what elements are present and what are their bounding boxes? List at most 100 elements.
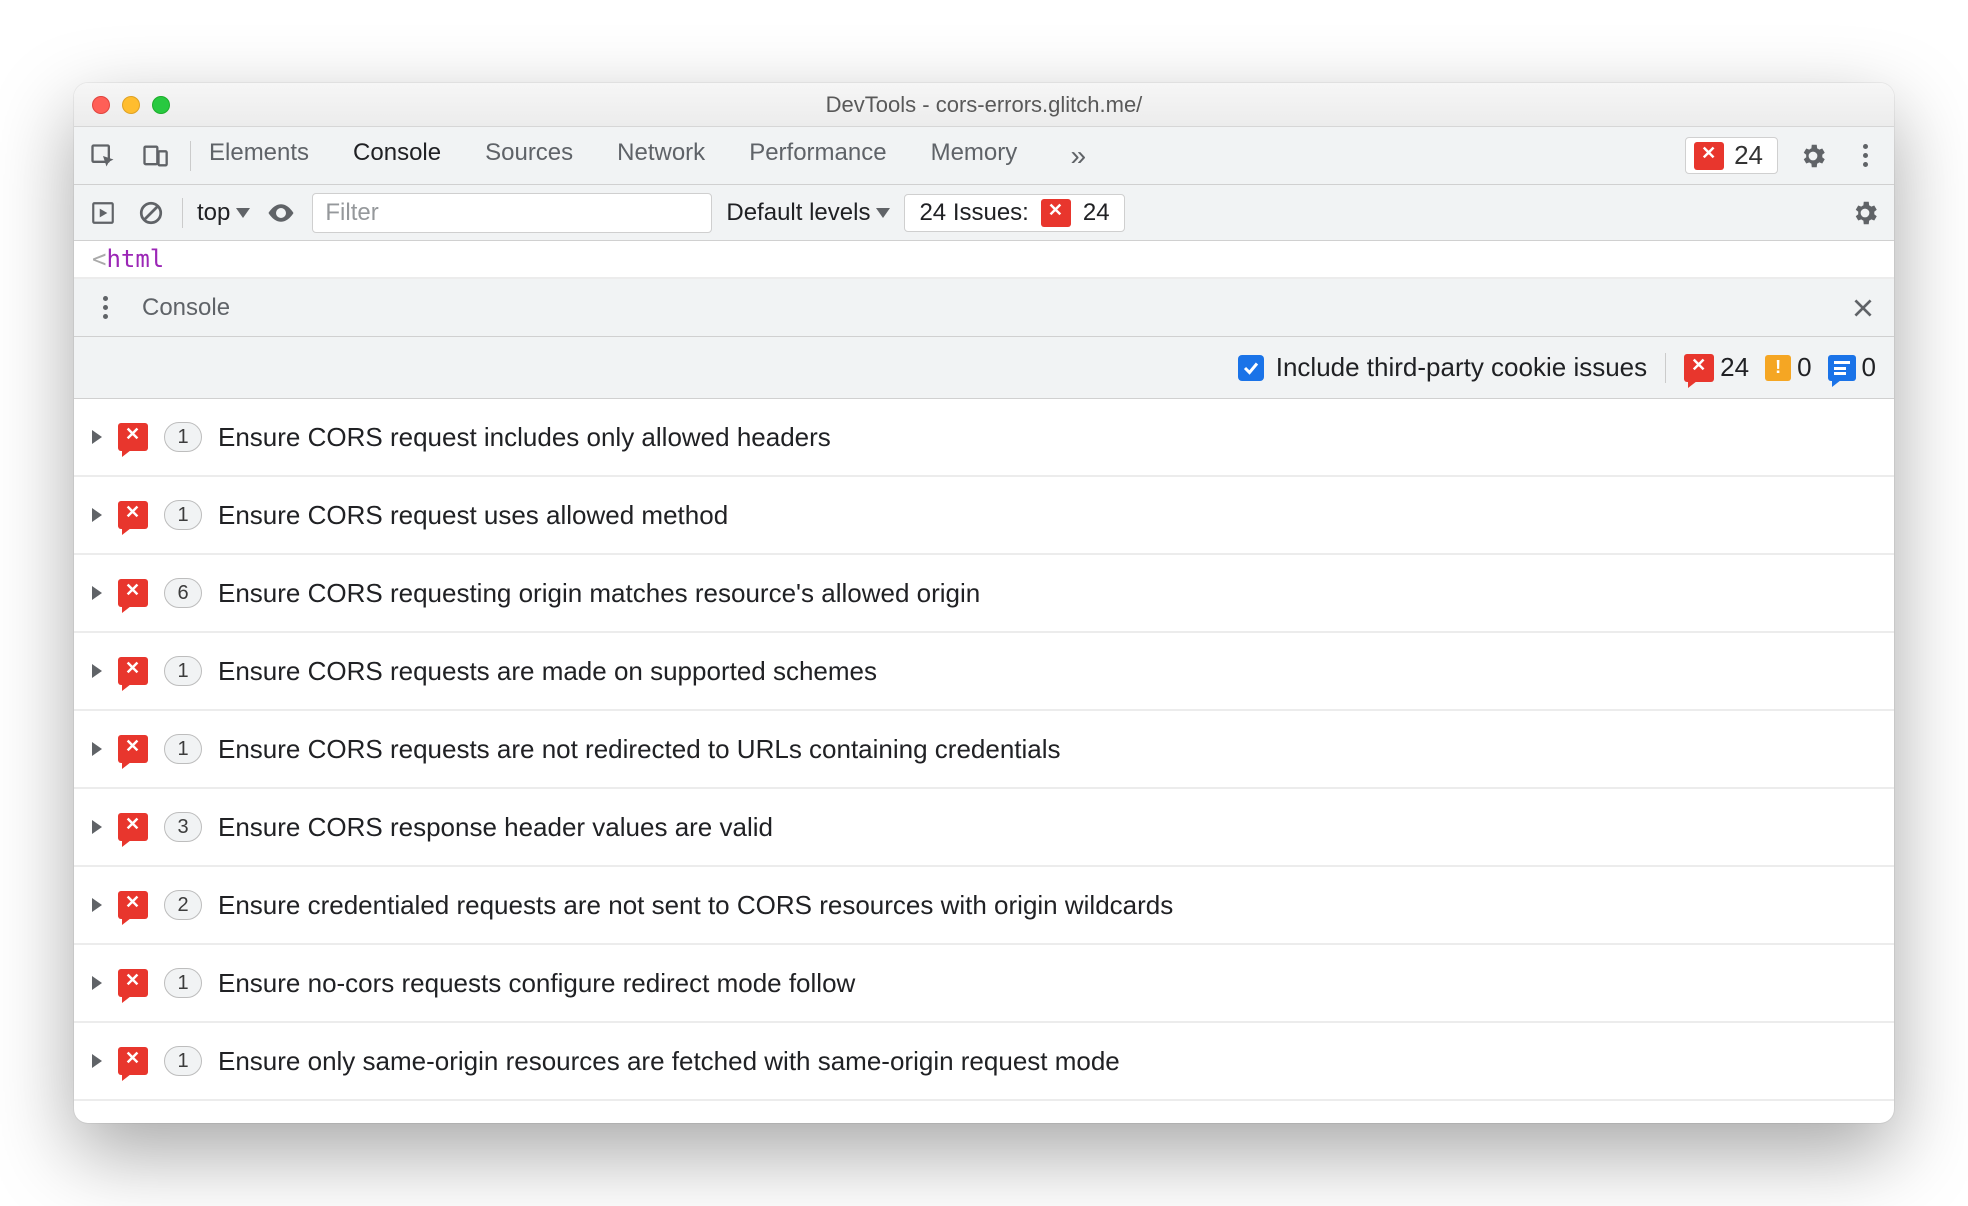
issue-count-pill: 1 — [164, 500, 202, 530]
issue-count-pill: 2 — [164, 890, 202, 920]
levels-label: Default levels — [726, 199, 870, 227]
error-icon — [118, 813, 148, 841]
issues-label: 24 Issues: — [919, 199, 1028, 227]
issue-row[interactable]: 1 Ensure only same-origin resources are … — [74, 1023, 1894, 1101]
error-count-chip[interactable]: 24 — [1685, 137, 1778, 174]
issue-row[interactable]: 1 Ensure CORS requests are not redirecte… — [74, 711, 1894, 789]
error-icon — [118, 1047, 148, 1075]
include-label: Include third-party cookie issues — [1276, 352, 1647, 383]
issues-list[interactable]: 1 Ensure CORS request includes only allo… — [74, 399, 1894, 1123]
issues-chip[interactable]: 24 Issues: 24 — [904, 194, 1124, 232]
info-icon — [1828, 355, 1856, 381]
panel-tabs-bar: Elements Console Sources Network Perform… — [74, 127, 1894, 185]
warning-icon: ! — [1765, 355, 1791, 381]
warning-count-item[interactable]: ! 0 — [1765, 352, 1811, 383]
expand-icon — [92, 742, 102, 756]
error-icon — [118, 501, 148, 529]
issue-count-pill: 3 — [164, 812, 202, 842]
expand-icon — [92, 664, 102, 678]
issues-count: 24 — [1083, 199, 1110, 227]
issue-title: Ensure credentialed requests are not sen… — [218, 890, 1173, 921]
issue-row[interactable]: 2 Ensure credentialed requests are not s… — [74, 867, 1894, 945]
expand-icon — [92, 976, 102, 990]
angle-bracket: < — [92, 245, 106, 273]
more-tabs-icon[interactable]: » — [1061, 139, 1095, 173]
issue-title: Ensure CORS requests are made on support… — [218, 656, 877, 687]
expand-icon — [92, 586, 102, 600]
inspect-element-icon[interactable] — [86, 139, 120, 173]
error-icon — [118, 579, 148, 607]
issue-row[interactable]: 1 Ensure no-cors requests configure redi… — [74, 945, 1894, 1023]
issue-row[interactable]: 1 Ensure CORS requests are made on suppo… — [74, 633, 1894, 711]
issue-title: Ensure CORS requests are not redirected … — [218, 734, 1061, 765]
error-icon — [118, 891, 148, 919]
error-icon — [118, 969, 148, 997]
error-count: 24 — [1734, 140, 1763, 171]
context-label: top — [197, 199, 230, 227]
log-levels-selector[interactable]: Default levels — [726, 199, 890, 227]
issue-count-pill: 1 — [164, 734, 202, 764]
issue-title: Ensure CORS request includes only allowe… — [218, 422, 831, 453]
divider — [1665, 353, 1666, 383]
info-count: 0 — [1862, 352, 1876, 383]
tab-network[interactable]: Network — [617, 139, 705, 173]
console-toolbar: top Default levels 24 Issues: 24 — [74, 185, 1894, 241]
tab-console[interactable]: Console — [353, 139, 441, 173]
warning-count: 0 — [1797, 352, 1811, 383]
issue-row[interactable]: 3 Ensure CORS response header values are… — [74, 789, 1894, 867]
tab-sources[interactable]: Sources — [485, 139, 573, 173]
error-icon — [1684, 354, 1714, 382]
checkbox-checked-icon — [1238, 355, 1264, 381]
error-icon — [1041, 199, 1071, 227]
issue-count-pill: 1 — [164, 968, 202, 998]
issue-count-pill: 1 — [164, 1046, 202, 1076]
issue-title: Ensure CORS requesting origin matches re… — [218, 578, 980, 609]
device-toolbar-icon[interactable] — [138, 139, 172, 173]
issue-row[interactable]: 1 Ensure CORS request uses allowed metho… — [74, 477, 1894, 555]
tab-performance[interactable]: Performance — [749, 139, 886, 173]
issue-count-pill: 6 — [164, 578, 202, 608]
html-tag: html — [106, 245, 164, 273]
devtools-window: DevTools - cors-errors.glitch.me/ Elemen… — [74, 83, 1894, 1123]
expand-icon — [92, 430, 102, 444]
expand-icon — [92, 1054, 102, 1068]
divider — [190, 141, 191, 171]
chevron-down-icon — [236, 208, 250, 218]
chevron-down-icon — [876, 208, 890, 218]
issue-count-pill: 1 — [164, 656, 202, 686]
issue-row[interactable]: 1 Ensure CORS request includes only allo… — [74, 399, 1894, 477]
include-third-party-checkbox[interactable]: Include third-party cookie issues — [1238, 352, 1647, 383]
drawer-more-icon[interactable] — [88, 291, 122, 325]
console-settings-gear-icon[interactable] — [1848, 196, 1882, 230]
settings-gear-icon[interactable] — [1796, 139, 1830, 173]
expand-icon — [92, 508, 102, 522]
issue-title: Ensure CORS request uses allowed method — [218, 500, 728, 531]
issue-title: Ensure no-cors requests configure redire… — [218, 968, 855, 999]
expand-icon — [92, 820, 102, 834]
filter-input[interactable] — [312, 193, 712, 233]
context-selector[interactable]: top — [197, 199, 250, 227]
issue-row[interactable]: 6 Ensure CORS requesting origin matches … — [74, 555, 1894, 633]
info-count-item[interactable]: 0 — [1828, 352, 1876, 383]
clear-console-icon[interactable] — [134, 196, 168, 230]
error-icon — [118, 423, 148, 451]
tab-memory[interactable]: Memory — [931, 139, 1018, 173]
expand-icon — [92, 898, 102, 912]
issues-toolbar: Include third-party cookie issues 24 ! 0… — [74, 337, 1894, 399]
source-line: <html — [74, 241, 1894, 279]
issue-title: Ensure only same-origin resources are fe… — [218, 1046, 1120, 1077]
error-icon — [118, 657, 148, 685]
more-menu-icon[interactable] — [1848, 139, 1882, 173]
issue-counts: 24 ! 0 0 — [1684, 352, 1876, 383]
titlebar: DevTools - cors-errors.glitch.me/ — [74, 83, 1894, 127]
error-count-item[interactable]: 24 — [1684, 352, 1749, 383]
error-count: 24 — [1720, 352, 1749, 383]
execution-icon[interactable] — [86, 196, 120, 230]
close-drawer-icon[interactable] — [1846, 291, 1880, 325]
issue-count-pill: 1 — [164, 422, 202, 452]
live-expression-eye-icon[interactable] — [264, 196, 298, 230]
drawer-header: Console — [74, 279, 1894, 337]
issue-title: Ensure CORS response header values are v… — [218, 812, 773, 843]
window-title: DevTools - cors-errors.glitch.me/ — [74, 92, 1894, 118]
tab-elements[interactable]: Elements — [209, 139, 309, 173]
